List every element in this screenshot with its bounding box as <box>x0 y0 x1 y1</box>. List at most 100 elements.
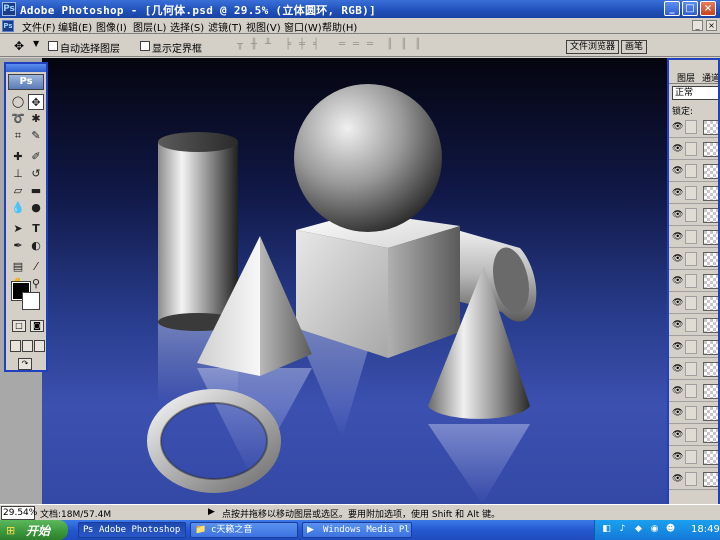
layer-thumbnail[interactable] <box>703 274 718 289</box>
layer-visibility-eye-icon[interactable]: 👁 <box>672 452 683 462</box>
layer-thumbnail[interactable] <box>703 252 718 267</box>
standard-mode-button[interactable]: □ <box>12 320 26 332</box>
layer-visibility-eye-icon[interactable]: 👁 <box>672 254 683 264</box>
tray-security-icon[interactable]: ◉ <box>649 524 660 535</box>
layer-link-toggle[interactable] <box>685 428 697 442</box>
document-close-button[interactable]: × <box>706 20 717 31</box>
tray-app-icon[interactable]: ◆ <box>633 524 644 535</box>
dodge-tool-icon[interactable]: ● <box>28 200 44 216</box>
layer-row[interactable]: 👁 <box>669 426 718 446</box>
taskbar-photoshop[interactable]: Ps Adobe Photoshop ... <box>78 522 186 538</box>
show-bounds-checkbox[interactable] <box>140 41 150 51</box>
align-left-icon[interactable]: ╞ <box>282 39 294 51</box>
clone-stamp-tool-icon[interactable]: ⊥ <box>10 166 26 182</box>
layer-row[interactable]: 👁 <box>669 382 718 402</box>
align-vcenter-icon[interactable]: ╫ <box>248 39 260 51</box>
layer-row[interactable]: 👁 <box>669 140 718 160</box>
move-tool-icon[interactable]: ✥ <box>14 39 24 53</box>
document-icon[interactable]: Ps <box>2 20 14 32</box>
document-minimize-button[interactable]: _ <box>692 20 703 31</box>
marquee-tool-icon[interactable]: ◯ <box>10 94 26 110</box>
photoshop-logo[interactable]: Ps <box>8 74 44 90</box>
tab-channels[interactable]: 通道 <box>702 71 718 84</box>
layer-link-toggle[interactable] <box>685 252 697 266</box>
screen-mode-standard-button[interactable] <box>10 340 21 352</box>
taskbar-media-player[interactable]: ▶ Windows Media Pl... <box>302 522 412 538</box>
layer-row[interactable]: 👁 <box>669 206 718 226</box>
layer-row[interactable]: 👁 <box>669 184 718 204</box>
layer-link-toggle[interactable] <box>685 296 697 310</box>
menu-file[interactable]: 文件(F) <box>22 19 56 34</box>
layer-link-toggle[interactable] <box>685 230 697 244</box>
layer-thumbnail[interactable] <box>703 340 718 355</box>
layer-link-toggle[interactable] <box>685 340 697 354</box>
layer-row[interactable]: 👁 <box>669 118 718 138</box>
layer-thumbnail[interactable] <box>703 318 718 333</box>
distribute-top-icon[interactable]: ═ <box>336 39 348 51</box>
menu-layer[interactable]: 图层(L) <box>133 19 166 34</box>
layer-link-toggle[interactable] <box>685 472 697 486</box>
type-tool-icon[interactable]: T <box>28 221 44 237</box>
layer-thumbnail[interactable] <box>703 428 718 443</box>
layer-visibility-eye-icon[interactable]: 👁 <box>672 276 683 286</box>
magic-wand-tool-icon[interactable]: ✱ <box>28 111 44 127</box>
layer-visibility-eye-icon[interactable]: 👁 <box>672 320 683 330</box>
layer-row[interactable]: 👁 <box>669 272 718 292</box>
layer-thumbnail[interactable] <box>703 208 718 223</box>
tab-brushes[interactable]: 画笔 <box>621 40 648 54</box>
layer-row[interactable]: 👁 <box>669 316 718 336</box>
menu-help[interactable]: 帮助(H) <box>322 19 357 34</box>
layer-visibility-eye-icon[interactable]: 👁 <box>672 166 683 176</box>
zoom-tool-icon[interactable]: ⚲ <box>28 276 44 292</box>
pen-tool-icon[interactable]: ✒ <box>10 238 26 254</box>
screen-mode-full-menu-button[interactable] <box>22 340 33 352</box>
distribute-left-icon[interactable]: ║ <box>384 39 396 51</box>
distribute-hcenter-icon[interactable]: ║ <box>398 39 410 51</box>
layer-row[interactable]: 👁 <box>669 448 718 468</box>
layer-visibility-eye-icon[interactable]: 👁 <box>672 210 683 220</box>
layer-link-toggle[interactable] <box>685 406 697 420</box>
align-right-icon[interactable]: ╡ <box>310 39 322 51</box>
eyedropper-tool-icon[interactable]: ⁄ <box>28 259 44 275</box>
align-bottom-icon[interactable]: ╨ <box>262 39 274 51</box>
distribute-right-icon[interactable]: ║ <box>412 39 424 51</box>
layer-thumbnail[interactable] <box>703 186 718 201</box>
layer-visibility-eye-icon[interactable]: 👁 <box>672 122 683 132</box>
layer-link-toggle[interactable] <box>685 450 697 464</box>
layer-row[interactable]: 👁 <box>669 250 718 270</box>
layer-thumbnail[interactable] <box>703 406 718 421</box>
layer-thumbnail[interactable] <box>703 230 718 245</box>
tab-file-browser[interactable]: 文件浏览器 <box>566 40 620 54</box>
maximize-button[interactable]: □ <box>682 1 698 16</box>
tray-volume-icon[interactable]: ♪ <box>617 524 628 535</box>
eraser-tool-icon[interactable]: ▱ <box>10 183 26 199</box>
start-button[interactable]: ⊞ 开始 <box>0 520 68 540</box>
layer-thumbnail[interactable] <box>703 120 718 135</box>
layer-visibility-eye-icon[interactable]: 👁 <box>672 144 683 154</box>
align-top-icon[interactable]: ╥ <box>234 39 246 51</box>
brush-tool-icon[interactable]: ✐ <box>28 149 44 165</box>
healing-brush-tool-icon[interactable]: ✚ <box>10 149 26 165</box>
layer-thumbnail[interactable] <box>703 384 718 399</box>
toolbox-header[interactable] <box>6 64 46 72</box>
document-size-info[interactable]: 文档:18M/57.4M <box>40 507 111 520</box>
tool-preset-arrow-icon[interactable]: ▼ <box>33 39 39 48</box>
minimize-button[interactable]: _ <box>664 1 680 16</box>
layer-visibility-eye-icon[interactable]: 👁 <box>672 408 683 418</box>
layer-row[interactable]: 👁 <box>669 470 718 490</box>
align-hcenter-icon[interactable]: ╪ <box>296 39 308 51</box>
layer-link-toggle[interactable] <box>685 142 697 156</box>
tray-messenger-icon[interactable]: ☻ <box>665 524 676 535</box>
layer-visibility-eye-icon[interactable]: 👁 <box>672 298 683 308</box>
blur-tool-icon[interactable]: 💧 <box>10 200 26 216</box>
layer-link-toggle[interactable] <box>685 318 697 332</box>
menu-filter[interactable]: 滤镜(T) <box>208 19 242 34</box>
lasso-tool-icon[interactable]: ➰ <box>10 111 26 127</box>
layer-row[interactable]: 👁 <box>669 360 718 380</box>
screen-mode-full-button[interactable] <box>34 340 45 352</box>
layer-visibility-eye-icon[interactable]: 👁 <box>672 364 683 374</box>
taskbar-folder[interactable]: 📁 c天籁之音 <box>190 522 298 538</box>
layer-thumbnail[interactable] <box>703 142 718 157</box>
move-tool-icon[interactable]: ✥ <box>28 94 44 110</box>
menu-select[interactable]: 选择(S) <box>170 19 204 34</box>
